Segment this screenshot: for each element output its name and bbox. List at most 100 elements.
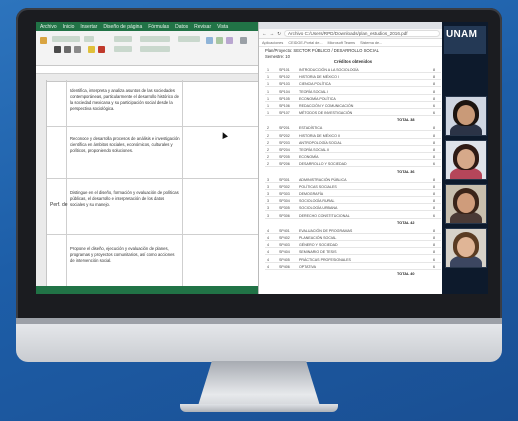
table-title: Créditos obtenidos [333,59,373,64]
cell-styles-icon[interactable] [226,37,233,44]
bookmarks-bar: Aplicaciones CEIDGE-Portal de... Microso… [259,39,443,47]
merge-button[interactable] [140,46,170,52]
table-cell: 4 [267,228,269,233]
table-cell: HISTORIA DE MÉXICO II [299,133,340,138]
competency-cell[interactable]: Reconoce y desarrolla procesos de anális… [70,136,180,154]
back-icon[interactable]: ← [262,31,267,36]
browser-tab-strip[interactable] [259,22,443,29]
table-cell: 1 [267,68,269,72]
table-cell: SP102 [279,75,290,80]
participant-tile[interactable] [445,228,487,268]
fill-color-icon[interactable] [88,46,95,53]
table-cell: 1 [267,104,269,108]
excel-status-bar [36,286,258,294]
table-cell: SP405 [279,257,290,262]
competency-cell[interactable]: Propone el diseño, ejecución y evaluació… [70,246,180,264]
table-cell: SP301 [279,177,290,182]
font-color-icon[interactable] [98,46,105,53]
wrap-text-button[interactable] [140,36,170,42]
table-cell: 2 [267,126,269,131]
table-row-divider [265,240,441,241]
table-cell: ESTADÍSTICA [299,126,323,131]
table-cell: OPTATIVA [299,264,316,269]
row-number [36,126,47,178]
table-cell: ANTROPOLOGÍA SOCIAL [299,140,342,145]
font-size-select[interactable] [84,36,94,42]
table-row[interactable]: Identifica, interpreta y analiza asuntos… [36,80,258,127]
table-cell: 8 [433,75,435,80]
table-row-divider [265,217,441,219]
table-cell: 8 [433,133,435,138]
menu-item-formulas[interactable]: Fórmulas [148,24,169,30]
menu-item-file[interactable]: Archivo [40,24,57,30]
table-cell: EVALUACIÓN DE PROGRAMAS [299,228,353,233]
table-cell: POLÍTICAS SOCIALES [299,184,337,189]
table-cell: SP304 [279,199,290,204]
table-cell: SP302 [279,184,290,189]
table-row[interactable]: Propone el diseño, ejecución y evaluació… [36,234,258,287]
font-select[interactable] [52,36,80,42]
bookmark-item[interactable]: Aplicaciones [262,41,283,45]
bookmark-item[interactable]: Microsoft Teams [328,41,356,45]
table-cell: 3 [267,192,269,196]
table-cell: 6 [433,264,435,269]
excel-menu-bar: Archivo Inicio Insertar Diseño de página… [36,22,258,31]
participant-tile[interactable] [445,184,487,224]
participant-tile[interactable] [445,96,487,136]
table-row[interactable]: Perf. de Distingue en el diseño, formaci… [36,178,258,235]
bookmark-item[interactable]: Sistema de... [360,41,382,45]
table-cell: SP101 [279,68,290,72]
semester-total: TOTAL 36 [397,169,415,174]
table-cell: CIENCIA POLÍTICA [299,82,331,87]
indent-group[interactable] [114,46,132,52]
table-cell: 1 [267,111,269,116]
menu-item-review[interactable]: Revisar [194,24,211,30]
table-row-divider [265,232,441,234]
underline-icon[interactable] [74,46,81,53]
participant-tile[interactable] [445,140,487,180]
table-row-divider [265,79,441,81]
insert-cells-icon[interactable] [240,37,247,44]
align-group[interactable] [114,36,132,42]
table-cell: SP305 [279,206,290,211]
video-call-panel: UNAM [442,22,488,294]
paste-icon[interactable] [40,37,47,44]
table-cell: 8 [433,236,435,240]
conditional-format-icon[interactable] [206,37,213,44]
table-cell: 8 [433,184,435,189]
table-cell: 4 [267,243,269,248]
table-format-icon[interactable] [216,37,223,44]
competency-cell[interactable]: Identifica, interpreta y analiza asuntos… [70,88,180,112]
table-cell: INTRODUCCIÓN A LA SOCIOLOGÍA [299,68,359,72]
forward-icon[interactable]: → [270,31,275,36]
table-cell: GÉNERO Y SOCIEDAD [299,243,338,248]
table-cell: 8 [433,96,435,101]
formula-bar[interactable] [36,66,258,74]
table-cell: SP401 [279,228,290,233]
table-cell: DEMOGRAFÍA [299,192,324,196]
table-cell: SEMINARIO DE TESIS [299,250,337,255]
table-cell: 8 [433,177,435,182]
imac-stand [197,361,321,409]
menu-item-layout[interactable]: Diseño de página [103,24,142,30]
table-cell: PLANEACIÓN SOCIAL [299,236,337,240]
table-cell: 6 [433,104,435,108]
table-cell: SP404 [279,250,290,255]
table-cell: 1 [267,96,269,101]
table-cell: SP303 [279,192,290,196]
table-row-divider [265,181,441,183]
menu-item-home[interactable]: Inicio [63,24,75,30]
bookmark-item[interactable]: CEIDGE-Portal de... [288,41,322,45]
bold-icon[interactable] [54,46,61,53]
url-input[interactable]: Archivo C:/Users/RPD/Downloads/plan_estu… [284,30,440,37]
menu-item-view[interactable]: Vista [217,24,228,30]
table-cell: DESARROLLO Y SOCIEDAD [299,162,347,167]
number-format-select[interactable] [178,36,200,42]
menu-item-insert[interactable]: Insertar [80,24,97,30]
table-row-divider [265,93,441,95]
competency-cell[interactable]: Distingue en el diseño, formación y eval… [70,190,180,208]
table-cell: 6 [433,162,435,167]
reload-icon[interactable]: ↻ [277,31,281,37]
italic-icon[interactable] [64,46,71,53]
menu-item-data[interactable]: Datos [175,24,188,30]
